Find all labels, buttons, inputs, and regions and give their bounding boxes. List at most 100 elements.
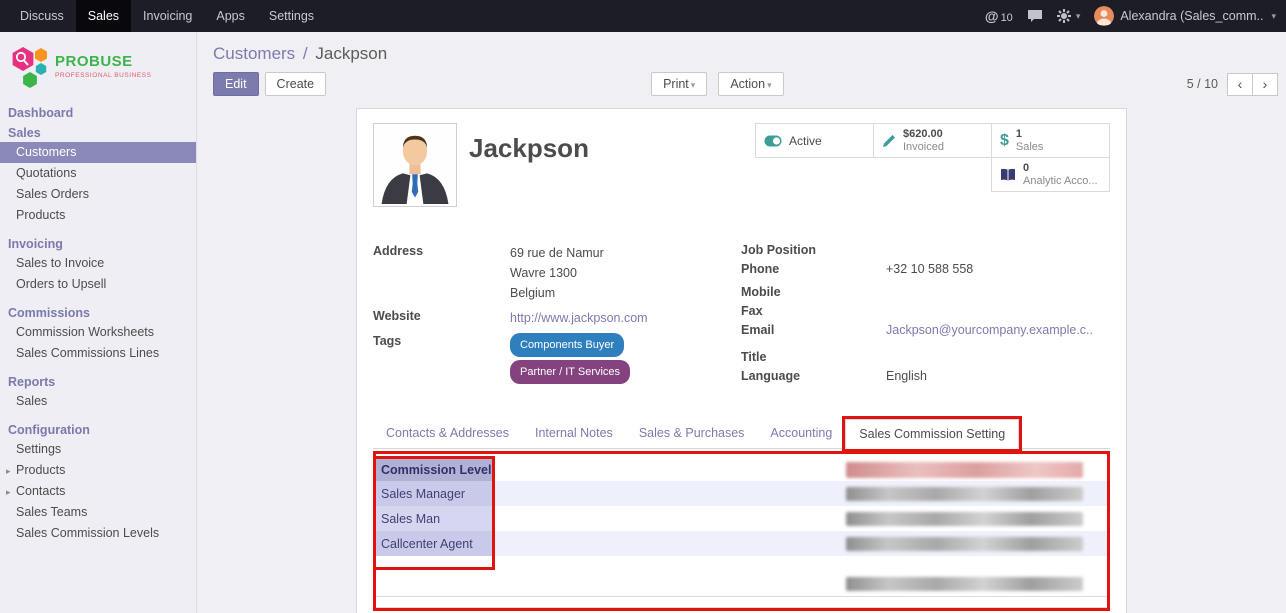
menu-discuss[interactable]: Discuss bbox=[8, 0, 76, 32]
pager-previous-button[interactable]: ‹ bbox=[1227, 73, 1253, 96]
email-link[interactable]: Jackpson@yourcompany.example.c.. bbox=[886, 323, 1093, 342]
sidebar-item-config-contacts[interactable]: Contacts bbox=[0, 481, 196, 502]
website-label: Website bbox=[373, 308, 510, 328]
redacted-cell bbox=[846, 537, 1083, 551]
pager-counter: 5 / 10 bbox=[1187, 77, 1218, 91]
dollar-icon bbox=[1000, 132, 1009, 150]
menu-apps[interactable]: Apps bbox=[204, 0, 257, 32]
address-value: 69 rue de Namur Wavre 1300 Belgium bbox=[510, 243, 604, 303]
active-label: Active bbox=[789, 134, 822, 148]
sheet-area: Jackpson Active $620.00 Invoiced bbox=[197, 108, 1286, 613]
tab-sales-commission-setting[interactable]: Sales Commission Setting bbox=[845, 419, 1019, 449]
chevron-right-icon bbox=[6, 461, 16, 482]
action-label: Action bbox=[730, 77, 765, 91]
breadcrumb-current: Jackpson bbox=[315, 44, 387, 63]
tag-components-buyer: Components Buyer bbox=[510, 333, 624, 357]
sidebar-item-config-products[interactable]: Products bbox=[0, 460, 196, 481]
sales-stat-button[interactable]: 1 Sales bbox=[991, 123, 1110, 158]
analytic-accounts-stat-button[interactable]: 0 Analytic Acco... bbox=[991, 157, 1110, 192]
breadcrumb-customers-link[interactable]: Customers bbox=[213, 44, 295, 63]
menu-settings[interactable]: Settings bbox=[257, 0, 326, 32]
table-row-sales-man[interactable]: Sales Man bbox=[376, 506, 1107, 531]
user-avatar bbox=[1094, 6, 1114, 26]
menu-invoicing[interactable]: Invoicing bbox=[131, 0, 204, 32]
tags-value: Components Buyer Partner / IT Services bbox=[510, 333, 630, 384]
sidebar-heading-commissions[interactable]: Commissions bbox=[0, 304, 196, 322]
user-menu[interactable]: Alexandra (Sales_comm.. bbox=[1094, 6, 1276, 26]
sidebar-heading-invoicing[interactable]: Invoicing bbox=[0, 235, 196, 253]
commission-level-cell[interactable]: Sales Man bbox=[376, 506, 494, 531]
sidebar-heading-dashboard[interactable]: Dashboard bbox=[0, 104, 196, 122]
language-label: Language bbox=[741, 369, 886, 388]
title-label: Title bbox=[741, 350, 886, 369]
table-footer-separator bbox=[376, 596, 1107, 608]
sidebar-item-sales-commission-levels[interactable]: Sales Commission Levels bbox=[0, 523, 196, 544]
sidebar-item-sales-to-invoice[interactable]: Sales to Invoice bbox=[0, 253, 196, 274]
sidebar-item-orders-to-upsell[interactable]: Orders to Upsell bbox=[0, 274, 196, 295]
sidebar-item-quotations[interactable]: Quotations bbox=[0, 163, 196, 184]
mentions-button[interactable]: @ 10 bbox=[985, 8, 1013, 24]
sidebar-heading-reports[interactable]: Reports bbox=[0, 373, 196, 391]
tab-internal-notes[interactable]: Internal Notes bbox=[522, 419, 626, 448]
language-value: English bbox=[886, 369, 927, 388]
redacted-cell bbox=[846, 512, 1083, 526]
toggle-on-icon bbox=[764, 135, 782, 147]
topbar: Discuss Sales Invoicing Apps Settings @ … bbox=[0, 0, 1286, 32]
tag-partner-it-services: Partner / IT Services bbox=[510, 360, 630, 384]
phone-value: +32 10 588 558 bbox=[886, 262, 973, 281]
customer-avatar-image bbox=[376, 126, 454, 204]
gear-icon bbox=[1057, 9, 1071, 23]
redacted-header-cell bbox=[846, 462, 1083, 478]
commission-level-cell[interactable]: Sales Manager bbox=[376, 481, 494, 506]
print-menu-button[interactable]: Print bbox=[651, 72, 707, 96]
sidebar-item-commission-worksheets[interactable]: Commission Worksheets bbox=[0, 322, 196, 343]
tab-accounting[interactable]: Accounting bbox=[757, 419, 845, 448]
pager-next-button[interactable]: › bbox=[1252, 73, 1278, 96]
sidebar-item-reports-sales[interactable]: Sales bbox=[0, 391, 196, 412]
sidebar-item-sales-orders[interactable]: Sales Orders bbox=[0, 184, 196, 205]
customer-form-sheet: Jackpson Active $620.00 Invoiced bbox=[356, 108, 1127, 613]
sidebar-item-sales-teams[interactable]: Sales Teams bbox=[0, 502, 196, 523]
job-position-label: Job Position bbox=[741, 243, 886, 262]
mobile-label: Mobile bbox=[741, 285, 886, 304]
customer-photo[interactable] bbox=[373, 123, 457, 207]
tab-contacts-addresses[interactable]: Contacts & Addresses bbox=[373, 419, 522, 448]
tab-sales-purchases[interactable]: Sales & Purchases bbox=[626, 419, 758, 448]
control-panel: Edit Create Print Action 5 / 10 ‹ › bbox=[197, 66, 1286, 108]
redacted-cell bbox=[846, 577, 1083, 591]
chevron-right-icon bbox=[6, 482, 16, 503]
systray-gear-button[interactable] bbox=[1057, 9, 1081, 23]
pager: 5 / 10 ‹ › bbox=[1187, 73, 1278, 96]
redacted-cell bbox=[846, 487, 1083, 501]
user-name: Alexandra (Sales_comm.. bbox=[1120, 9, 1263, 23]
sidebar-item-label: Products bbox=[16, 463, 65, 477]
menu-sales[interactable]: Sales bbox=[76, 0, 131, 32]
table-row-sales-manager[interactable]: Sales Manager bbox=[376, 481, 1107, 506]
pencil-icon bbox=[882, 134, 896, 148]
messages-button[interactable] bbox=[1027, 9, 1043, 23]
fax-label: Fax bbox=[741, 304, 886, 323]
create-button[interactable]: Create bbox=[265, 72, 327, 96]
sidebar-heading-configuration[interactable]: Configuration bbox=[0, 421, 196, 439]
sidebar-item-customers[interactable]: Customers bbox=[0, 142, 196, 163]
topbar-systray: @ 10 Alexandra (Sales_comm.. bbox=[985, 0, 1286, 32]
table-header-row: Commission Level bbox=[376, 459, 1107, 481]
tags-label: Tags bbox=[373, 333, 510, 384]
active-stat-button[interactable]: Active bbox=[755, 123, 874, 158]
phone-label: Phone bbox=[741, 262, 886, 281]
app-root: Discuss Sales Invoicing Apps Settings @ … bbox=[0, 0, 1286, 613]
app-logo[interactable]: PROBUSE PROFESSIONAL BUSINESS bbox=[0, 32, 196, 98]
email-label: Email bbox=[741, 323, 886, 342]
table-row-callcenter-agent[interactable]: Callcenter Agent bbox=[376, 531, 1107, 556]
sidebar-item-settings[interactable]: Settings bbox=[0, 439, 196, 460]
commission-level-cell[interactable]: Callcenter Agent bbox=[376, 531, 494, 556]
sidebar-heading-sales[interactable]: Sales bbox=[0, 124, 196, 142]
action-menu-button[interactable]: Action bbox=[718, 72, 783, 96]
topbar-menus: Discuss Sales Invoicing Apps Settings bbox=[0, 0, 326, 32]
sidebar-item-products[interactable]: Products bbox=[0, 205, 196, 226]
breadcrumb-separator: / bbox=[303, 44, 308, 63]
sidebar-item-sales-commissions-lines[interactable]: Sales Commissions Lines bbox=[0, 343, 196, 364]
website-link[interactable]: http://www.jackpson.com bbox=[510, 308, 648, 328]
edit-button[interactable]: Edit bbox=[213, 72, 259, 96]
invoiced-stat-button[interactable]: $620.00 Invoiced bbox=[873, 123, 992, 158]
